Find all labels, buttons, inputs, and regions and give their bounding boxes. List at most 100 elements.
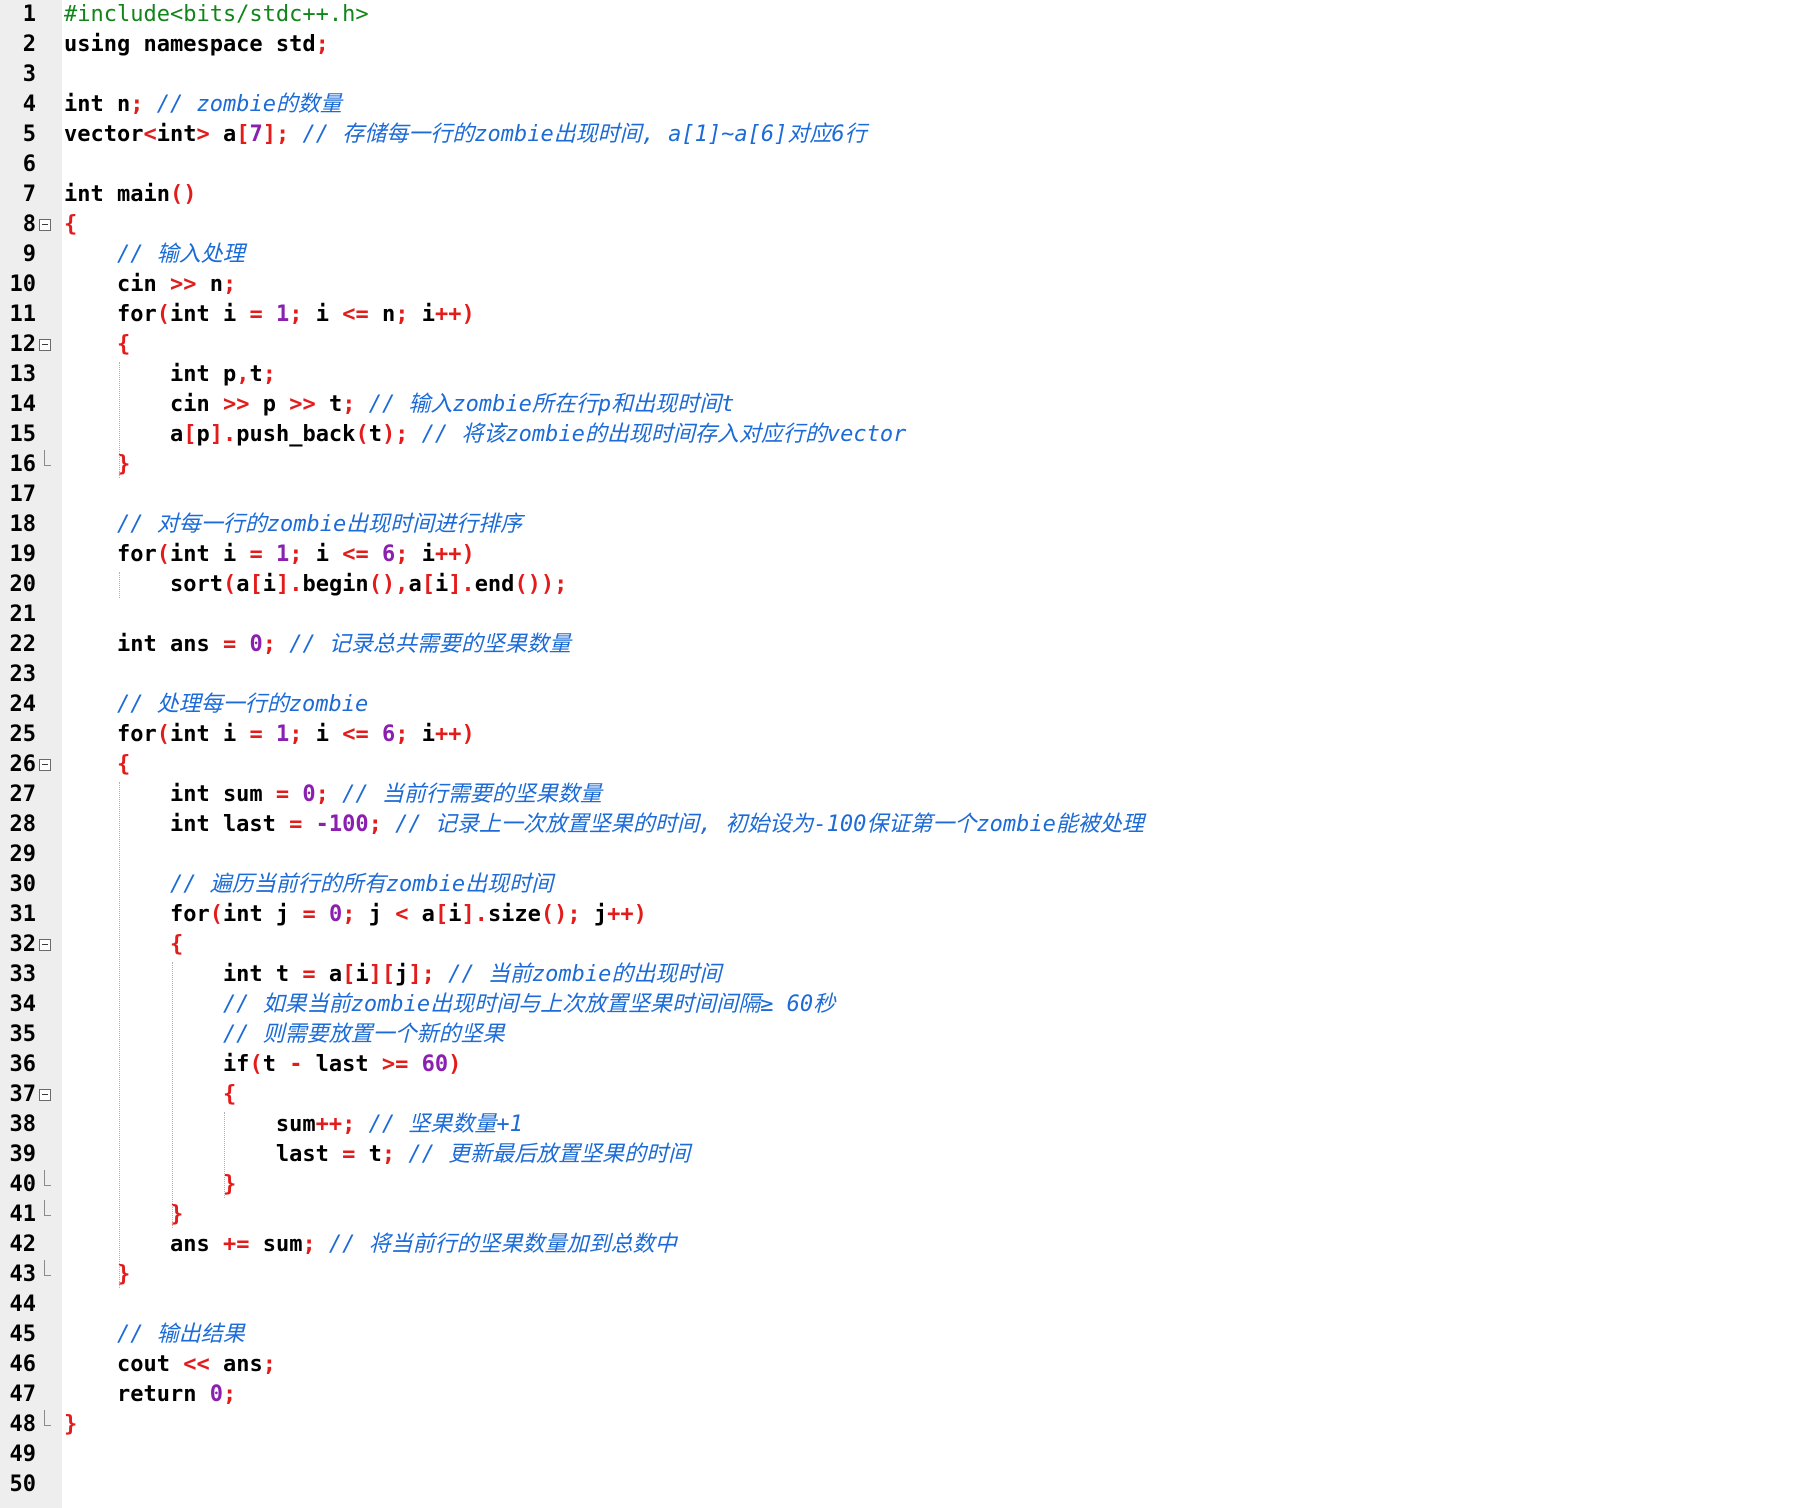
code-text[interactable]: cin >> n;	[64, 270, 236, 300]
code-line[interactable]: 46 cout << ans;	[0, 1350, 1820, 1380]
code-line[interactable]: 24 // 处理每一行的zombie	[0, 690, 1820, 720]
code-text[interactable]: }	[64, 1260, 130, 1290]
code-line[interactable]: 9 // 输入处理	[0, 240, 1820, 270]
code-text[interactable]: {	[64, 210, 77, 240]
code-line[interactable]: 45 // 输出结果	[0, 1320, 1820, 1350]
code-text[interactable]: sum++; // 坚果数量+1	[64, 1110, 523, 1140]
code-text[interactable]: int main()	[64, 180, 196, 210]
code-line[interactable]: 31 for(int j = 0; j < a[i].size(); j++)	[0, 900, 1820, 930]
code-line[interactable]: 42 ans += sum; // 将当前行的坚果数量加到总数中	[0, 1230, 1820, 1260]
code-text[interactable]: // 遍历当前行的所有zombie出现时间	[64, 870, 553, 900]
code-line[interactable]: 22 int ans = 0; // 记录总共需要的坚果数量	[0, 630, 1820, 660]
code-line[interactable]: 47 return 0;	[0, 1380, 1820, 1410]
code-line[interactable]: 4 int n; // zombie的数量	[0, 90, 1820, 120]
code-line[interactable]: 50	[0, 1470, 1820, 1500]
fold-collapse-icon[interactable]	[39, 210, 51, 240]
code-text[interactable]: }	[64, 450, 130, 480]
code-text[interactable]: // 则需要放置一个新的坚果	[64, 1020, 505, 1050]
code-line[interactable]: 26 {	[0, 750, 1820, 780]
code-line[interactable]: 15 a[p].push_back(t); // 将该zombie的出现时间存入…	[0, 420, 1820, 450]
code-text[interactable]: #include<bits/stdc++.h>	[64, 0, 369, 30]
code-text[interactable]: for(int i = 1; i <= n; i++)	[64, 300, 475, 330]
code-text[interactable]: int ans = 0; // 记录总共需要的坚果数量	[64, 630, 571, 660]
code-line[interactable]: 10 cin >> n;	[0, 270, 1820, 300]
code-text[interactable]: last = t; // 更新最后放置坚果的时间	[64, 1140, 690, 1170]
code-line[interactable]: 16 }	[0, 450, 1820, 480]
code-line[interactable]: 3	[0, 60, 1820, 90]
code-line[interactable]: 8{	[0, 210, 1820, 240]
code-line[interactable]: 12 {	[0, 330, 1820, 360]
code-text[interactable]: // 对每一行的zombie出现时间进行排序	[64, 510, 522, 540]
code-text[interactable]: for(int i = 1; i <= 6; i++)	[64, 720, 475, 750]
code-text[interactable]: cout << ans;	[64, 1350, 276, 1380]
code-line[interactable]: 29	[0, 840, 1820, 870]
code-line[interactable]: 25 for(int i = 1; i <= 6; i++)	[0, 720, 1820, 750]
code-line[interactable]: 21	[0, 600, 1820, 630]
code-text[interactable]: int p,t;	[64, 360, 276, 390]
fold-collapse-icon[interactable]	[39, 750, 51, 780]
code-line[interactable]: 27 int sum = 0; // 当前行需要的坚果数量	[0, 780, 1820, 810]
code-line[interactable]: 36 if(t - last >= 60)	[0, 1050, 1820, 1080]
code-text[interactable]: int t = a[i][j]; // 当前zombie的出现时间	[64, 960, 721, 990]
code-text[interactable]: for(int i = 1; i <= 6; i++)	[64, 540, 475, 570]
code-text[interactable]: int sum = 0; // 当前行需要的坚果数量	[64, 780, 602, 810]
code-line[interactable]: 14 cin >> p >> t; // 输入zombie所在行p和出现时间t	[0, 390, 1820, 420]
code-line[interactable]: 43 }	[0, 1260, 1820, 1290]
code-text[interactable]: if(t - last >= 60)	[64, 1050, 461, 1080]
code-line[interactable]: 2 using namespace std;	[0, 30, 1820, 60]
code-line[interactable]: 19 for(int i = 1; i <= 6; i++)	[0, 540, 1820, 570]
code-text[interactable]: ans += sum; // 将当前行的坚果数量加到总数中	[64, 1230, 677, 1260]
code-line[interactable]: 28 int last = -100; // 记录上一次放置坚果的时间, 初始设…	[0, 810, 1820, 840]
code-text[interactable]: {	[64, 330, 130, 360]
code-line[interactable]: 7 int main()	[0, 180, 1820, 210]
code-text[interactable]: // 处理每一行的zombie	[64, 690, 368, 720]
code-text[interactable]: int last = -100; // 记录上一次放置坚果的时间, 初始设为-1…	[64, 810, 1144, 840]
code-line[interactable]: 41 }	[0, 1200, 1820, 1230]
code-token: ;	[395, 722, 409, 747]
code-text[interactable]: int n; // zombie的数量	[64, 90, 342, 120]
code-token: ];	[262, 122, 290, 147]
fold-collapse-icon[interactable]	[39, 1080, 51, 1110]
code-line[interactable]: 23	[0, 660, 1820, 690]
code-line[interactable]: 17	[0, 480, 1820, 510]
fold-collapse-icon[interactable]	[39, 930, 51, 960]
code-text[interactable]: {	[64, 750, 130, 780]
code-text[interactable]: // 如果当前zombie出现时间与上次放置坚果时间间隔≥ 60秒	[64, 990, 835, 1020]
code-text[interactable]: // 输入处理	[64, 240, 245, 270]
code-text[interactable]: vector<int> a[7]; // 存储每一行的zombie出现时间, a…	[64, 120, 867, 150]
code-text[interactable]: for(int j = 0; j < a[i].size(); j++)	[64, 900, 647, 930]
code-text[interactable]: return 0;	[64, 1380, 236, 1410]
code-line[interactable]: 48}	[0, 1410, 1820, 1440]
code-line[interactable]: 32 {	[0, 930, 1820, 960]
code-text[interactable]: }	[64, 1170, 236, 1200]
code-line[interactable]: 18 // 对每一行的zombie出现时间进行排序	[0, 510, 1820, 540]
code-line[interactable]: 11 for(int i = 1; i <= n; i++)	[0, 300, 1820, 330]
code-line[interactable]: 38 sum++; // 坚果数量+1	[0, 1110, 1820, 1140]
code-text[interactable]: sort(a[i].begin(),a[i].end());	[64, 570, 567, 600]
code-line[interactable]: 40 }	[0, 1170, 1820, 1200]
code-line[interactable]: 20 sort(a[i].begin(),a[i].end());	[0, 570, 1820, 600]
code-line[interactable]: 39 last = t; // 更新最后放置坚果的时间	[0, 1140, 1820, 1170]
code-line[interactable]: 33 int t = a[i][j]; // 当前zombie的出现时间	[0, 960, 1820, 990]
code-line[interactable]: 30 // 遍历当前行的所有zombie出现时间	[0, 870, 1820, 900]
code-text[interactable]: {	[64, 930, 183, 960]
code-line[interactable]: 37 {	[0, 1080, 1820, 1110]
code-text[interactable]: a[p].push_back(t); // 将该zombie的出现时间存入对应行…	[64, 420, 906, 450]
code-line[interactable]: 6	[0, 150, 1820, 180]
code-text[interactable]: // 输出结果	[64, 1320, 245, 1350]
code-text[interactable]: {	[64, 1080, 236, 1110]
code-text[interactable]: cin >> p >> t; // 输入zombie所在行p和出现时间t	[64, 390, 734, 420]
code-token: [	[183, 422, 197, 447]
code-line[interactable]: 1 #include<bits/stdc++.h>	[0, 0, 1820, 30]
code-text[interactable]: }	[64, 1410, 77, 1440]
code-line[interactable]: 34 // 如果当前zombie出现时间与上次放置坚果时间间隔≥ 60秒	[0, 990, 1820, 1020]
code-editor[interactable]: 1 #include<bits/stdc++.h> 2 using namespace…	[0, 0, 1820, 1508]
code-line[interactable]: 5 vector<int> a[7]; // 存储每一行的zombie出现时间, …	[0, 120, 1820, 150]
code-text[interactable]: }	[64, 1200, 183, 1230]
code-line[interactable]: 44	[0, 1290, 1820, 1320]
code-line[interactable]: 35 // 则需要放置一个新的坚果	[0, 1020, 1820, 1050]
code-text[interactable]: using namespace std;	[64, 30, 329, 60]
code-line[interactable]: 49	[0, 1440, 1820, 1470]
code-line[interactable]: 13 int p,t;	[0, 360, 1820, 390]
fold-collapse-icon[interactable]	[39, 330, 51, 360]
